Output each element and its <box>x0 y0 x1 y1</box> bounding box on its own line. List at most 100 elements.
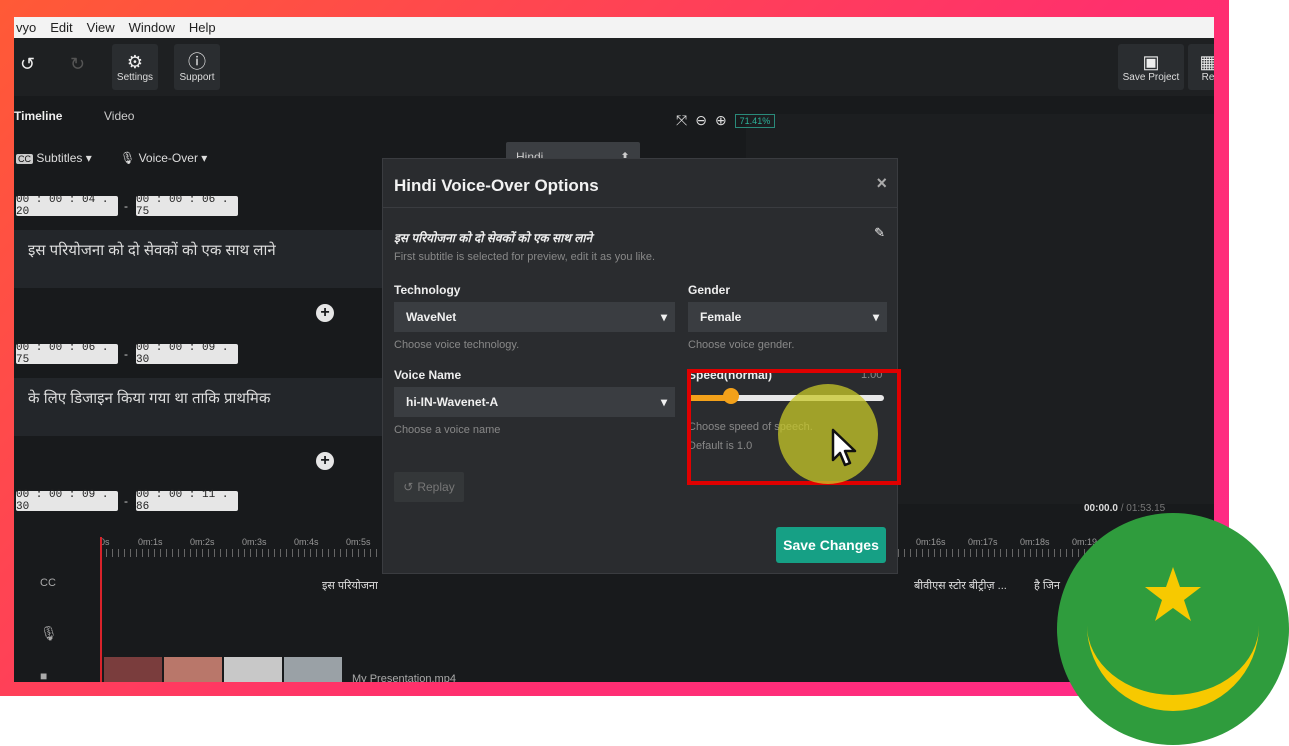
crescent-star-icon <box>1087 567 1259 711</box>
preview-subtitle-text[interactable]: इस परियोजना को दो सेवकों को एक साथ लाने <box>394 229 592 246</box>
ruler-tick: 0m:4s <box>294 537 319 547</box>
help-circle-icon: ⓘ <box>188 51 206 72</box>
menu-edit[interactable]: Edit <box>50 20 72 35</box>
undo-button[interactable]: ↺ <box>20 54 35 74</box>
support-button[interactable]: ⓘ Support <box>174 44 220 90</box>
ruler-tick: 0m:18s <box>1020 537 1050 547</box>
replay-button[interactable]: ↺ Replay <box>394 472 464 502</box>
add-segment-icon[interactable]: + <box>316 452 334 470</box>
gender-help: Choose voice gender. <box>688 339 795 351</box>
segment-2-end[interactable]: 00 : 00 : 09 . 30 <box>136 342 238 366</box>
menu-view[interactable]: View <box>87 20 115 35</box>
caret-down-icon: ▾ <box>660 310 667 324</box>
render-button[interactable]: ▦ Re <box>1188 44 1214 90</box>
technology-help: Choose voice technology. <box>394 339 520 351</box>
zoom-out-icon[interactable]: ⊖ <box>695 112 707 129</box>
video-clip-name: My Presentation.mp4 <box>352 673 456 682</box>
save-project-label: Save Project <box>1122 71 1180 83</box>
gender-select[interactable]: Female ▾ <box>688 302 887 332</box>
technology-select[interactable]: WaveNet ▾ <box>394 302 675 332</box>
segment-3-end[interactable]: 00 : 00 : 11 . 86 <box>136 489 238 513</box>
fit-screen-icon[interactable]: ⤧ <box>676 112 687 129</box>
segment-1-start[interactable]: 00 : 00 : 04 . 20 <box>16 194 118 218</box>
save-changes-button[interactable]: Save Changes <box>776 527 886 563</box>
zoom-controls: ⤧ ⊖ ⊕ 71.41% <box>676 112 776 129</box>
close-icon[interactable]: × <box>876 173 887 194</box>
replay-icon: ↺ <box>403 480 414 494</box>
tab-video[interactable]: Video <box>104 109 134 123</box>
voice-name-help: Choose a voice name <box>394 424 501 436</box>
settings-label: Settings <box>116 71 154 83</box>
segment-2-text[interactable]: के लिए डिजाइन किया गया था ताकि प्राथमिक <box>14 378 404 436</box>
gender-value: Female <box>700 310 742 324</box>
subtitle-clip[interactable]: है जिन <box>1034 578 1060 593</box>
subtitles-dropdown[interactable]: CC Subtitles ▾ <box>16 151 92 165</box>
technology-value: WaveNet <box>406 310 457 324</box>
subtitle-clip[interactable]: बीवीएस स्टोर बीट्रीज़ ... <box>914 578 1007 593</box>
voice-name-select[interactable]: hi-IN-Wavenet-A ▾ <box>394 387 675 417</box>
voiceover-options-modal: Hindi Voice-Over Options × इस परियोजना क… <box>382 158 898 574</box>
voice-name-label: Voice Name <box>394 368 462 382</box>
settings-button[interactable]: ⚙ Settings <box>112 44 158 90</box>
time-separator: - <box>124 199 128 213</box>
gear-icon: ⚙ <box>126 51 144 72</box>
technology-label: Technology <box>394 283 461 297</box>
zoom-in-icon[interactable]: ⊕ <box>715 112 727 129</box>
floppy-disk-icon: ▣ <box>1142 51 1160 72</box>
grid-icon: ▦ <box>1199 51 1214 72</box>
cursor-highlight <box>778 384 878 484</box>
video-thumbnails[interactable] <box>104 657 342 682</box>
time-total: / 01:53.15 <box>1120 503 1166 514</box>
caret-down-icon: ▾ <box>872 310 879 324</box>
modal-title: Hindi Voice-Over Options <box>394 176 599 195</box>
ruler-tick: 0m:16s <box>916 537 946 547</box>
time-readout: 00:00.0 / 01:53.15 <box>1084 503 1165 514</box>
edit-icon[interactable]: ✎ <box>874 225 885 241</box>
cc-track-icon: CC <box>40 577 56 589</box>
caret-down-icon: ▾ <box>660 395 667 409</box>
time-current: 00:00.0 <box>1084 503 1118 514</box>
render-label: Re <box>1201 71 1214 83</box>
voice-name-value: hi-IN-Wavenet-A <box>406 395 499 409</box>
redo-button[interactable]: ↻ <box>70 54 85 74</box>
subtitles-label: Subtitles <box>36 151 83 165</box>
replay-label: Replay <box>417 480 455 494</box>
ruler-tick: 0m:3s <box>242 537 267 547</box>
playhead[interactable] <box>100 537 102 682</box>
gender-label: Gender <box>688 283 731 297</box>
ruler-tick: 0m:17s <box>968 537 998 547</box>
add-segment-icon[interactable]: + <box>316 304 334 322</box>
menu-bar: vyo Edit View Window Help <box>14 17 1214 38</box>
microphone-icon: 🎙 <box>120 151 136 165</box>
cc-icon: CC <box>16 154 33 164</box>
undo-icon: ↺ <box>20 54 36 74</box>
mauritania-flag-emblem <box>1057 513 1289 745</box>
segment-3-start[interactable]: 00 : 00 : 09 . 30 <box>16 489 118 513</box>
segment-1-text[interactable]: इस परियोजना को दो सेवकों को एक साथ लाने <box>14 230 404 288</box>
time-separator: - <box>124 494 128 508</box>
segment-2-start[interactable]: 00 : 00 : 06 . 75 <box>16 342 118 366</box>
preview-help: First subtitle is selected for preview, … <box>394 251 656 263</box>
tab-timeline[interactable]: Timeline <box>14 109 62 123</box>
ruler-tick: 0m:5s <box>346 537 371 547</box>
redo-icon: ↻ <box>70 54 86 74</box>
video-thumbnail <box>104 657 162 682</box>
time-separator: - <box>124 347 128 361</box>
video-thumbnail <box>284 657 342 682</box>
menu-window[interactable]: Window <box>129 20 175 35</box>
segment-1-end[interactable]: 00 : 00 : 06 . 75 <box>136 194 238 218</box>
support-label: Support <box>179 71 215 83</box>
voiceover-label: Voice-Over <box>138 151 198 165</box>
microphone-track-icon: 🎙 <box>40 625 58 641</box>
menu-app[interactable]: vyo <box>16 20 36 35</box>
zoom-value: 71.41% <box>734 113 776 128</box>
mouse-cursor-icon <box>831 428 857 467</box>
voiceover-dropdown[interactable]: 🎙 Voice-Over ▾ <box>120 151 207 165</box>
save-project-button[interactable]: ▣ Save Project <box>1118 44 1184 90</box>
caret-down-icon: ▾ <box>85 151 92 165</box>
menu-help[interactable]: Help <box>189 20 216 35</box>
modal-header: Hindi Voice-Over Options × <box>383 159 897 208</box>
subtitle-clip[interactable]: इस परियोजना <box>322 578 378 593</box>
video-track-icon: ■ <box>40 669 48 682</box>
ruler-tick: 0m:2s <box>190 537 215 547</box>
